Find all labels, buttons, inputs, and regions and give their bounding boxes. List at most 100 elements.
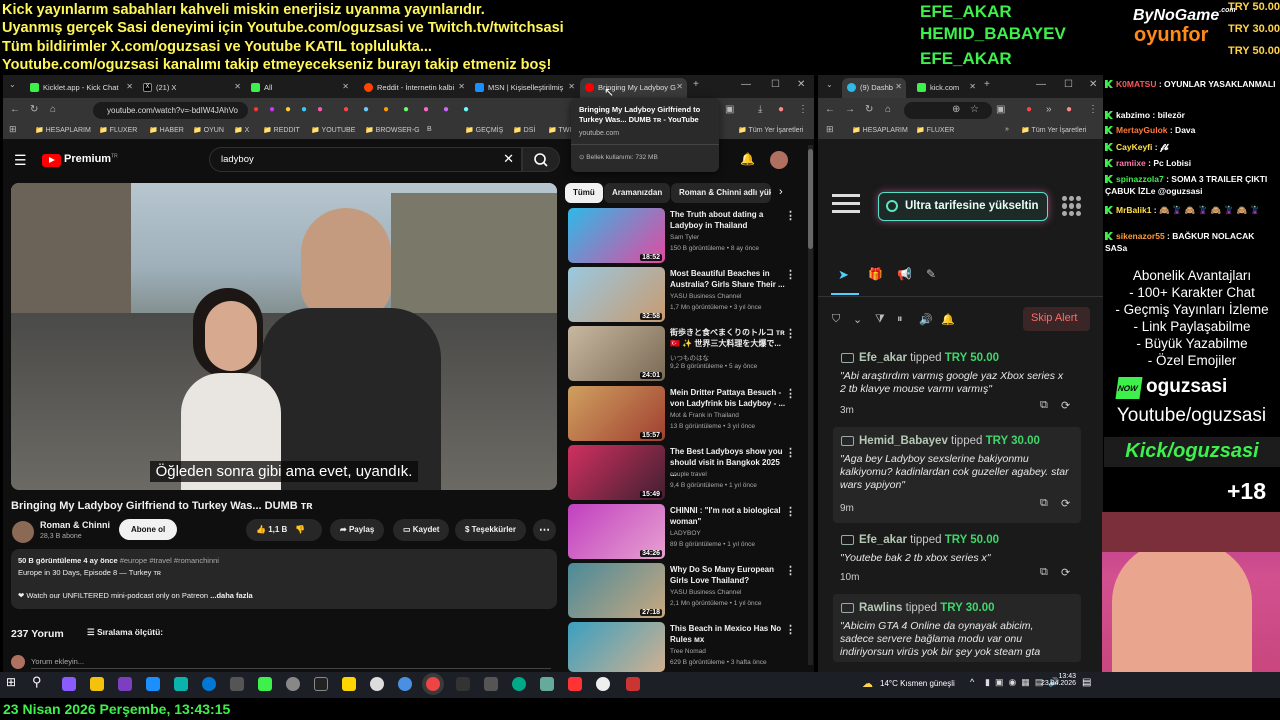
bookmark-reddit[interactable]: 📁 REDDIT	[263, 126, 300, 134]
alert-card-4[interactable]: Rawlins tipped TRY 30.00 "Abicim GTA 4 O…	[833, 594, 1081, 662]
rec-title[interactable]: CHINNI : "I'm not a biological woman"	[670, 505, 788, 527]
new-tab-icon[interactable]: +	[984, 79, 990, 90]
chip-channel[interactable]: Roman & Chinni adlı yük	[671, 183, 771, 203]
home-icon[interactable]: ⌂	[885, 104, 891, 115]
chips-next-icon[interactable]: ›	[779, 186, 783, 198]
ext-icon-8[interactable]: ●	[383, 104, 389, 115]
ext-icon-3[interactable]: ●	[285, 104, 291, 115]
app-icon-4[interactable]	[314, 677, 328, 691]
apps-grid-icon[interactable]: ⊞	[9, 124, 17, 135]
app-icon-3[interactable]	[286, 677, 300, 691]
bookmark-browser[interactable]: 📁 BROWSER-G	[365, 126, 420, 134]
bookmark-youtube[interactable]: 📁 YOUTUBE	[311, 126, 355, 134]
close-icon[interactable]: ✕	[969, 82, 976, 91]
back-icon[interactable]: ←	[10, 104, 20, 115]
chat-user[interactable]: spinazzola7	[1116, 174, 1164, 184]
tab-x[interactable]: X (21) X ✕	[138, 78, 245, 98]
save-button[interactable]: ▭ Kaydet	[393, 519, 450, 541]
vivaldi-icon[interactable]	[568, 677, 582, 691]
tab-search-icon[interactable]: ⌄	[826, 80, 833, 89]
like-button[interactable]: 👍 1,1 B 👎	[246, 519, 322, 541]
chat-user[interactable]: MertayGulok	[1116, 125, 1168, 135]
rec-title[interactable]: 街歩きと食べまくりのトルコ ᴛʀ 🇹🇷 ✨ 世界三大料理を大爆で...	[670, 327, 788, 349]
rec-item-5[interactable]: 15:49 The Best Ladyboys show you should …	[568, 445, 798, 503]
rec-channel[interactable]: LADYBOY	[670, 530, 701, 537]
copy-icon[interactable]: ⧉	[1040, 399, 1048, 412]
bookmark-chevron[interactable]: »	[1005, 126, 1009, 133]
more-options-icon[interactable]: ⋮	[785, 209, 796, 222]
rec-thumbnail[interactable]: 18:52	[568, 208, 665, 263]
send-icon[interactable]: ➤	[838, 267, 849, 283]
taskbar-clock[interactable]: 13:43 23.04.2026	[1040, 673, 1076, 687]
youtube-logo-icon[interactable]	[42, 154, 61, 167]
ext-icon-4[interactable]: ●	[301, 104, 307, 115]
menu-icon[interactable]: ⋮	[1088, 104, 1098, 115]
bookmark-haber[interactable]: 📁 HABER	[149, 126, 184, 134]
close-icon[interactable]: ✕	[458, 82, 465, 91]
more-options-icon[interactable]: ⋮	[785, 623, 796, 636]
rec-channel[interactable]: Mot & Frank in Thailand	[670, 412, 739, 419]
pause-icon[interactable]: ⏸	[897, 313, 903, 326]
chat-user[interactable]: CayKeyfi	[1116, 142, 1152, 152]
menu-icon[interactable]: ⋮	[798, 104, 808, 115]
filter-icon[interactable]: ⧩	[875, 313, 885, 326]
bookmark-fluxer[interactable]: 📁 FLUXER	[99, 126, 137, 134]
close-icon[interactable]: ✕	[342, 82, 349, 91]
chevron-icon[interactable]: »	[1046, 104, 1052, 115]
apps-grid-icon[interactable]: ⊞	[826, 124, 834, 135]
rec-thumbnail[interactable]: 27:18	[568, 563, 665, 618]
tab-youtube-active[interactable]: Bringing My Ladyboy G ✕	[580, 78, 687, 98]
add-comment-input[interactable]: Yorum ekleyin...	[31, 657, 551, 669]
reload-icon[interactable]: ↻	[865, 104, 873, 115]
rec-channel[interactable]: Sam Tyler	[670, 234, 699, 241]
video-player[interactable]: Öğleden sonra gibi ama evet, uyandık.	[11, 183, 557, 490]
sort-button[interactable]: ☰ Sıralama ölçütü:	[87, 627, 163, 638]
reload-icon[interactable]: ↻	[30, 104, 38, 115]
megaphone-icon[interactable]: 📢	[897, 267, 912, 281]
extensions-icon[interactable]: ▣	[725, 104, 734, 115]
scrollbar[interactable]	[808, 145, 813, 665]
share-button[interactable]: ➦ Paylaş	[330, 519, 385, 541]
bookmark-twi[interactable]: 📁 TWI	[548, 126, 571, 134]
more-actions-icon[interactable]: ⋯	[533, 519, 556, 541]
profile-icon[interactable]: ●	[1066, 104, 1072, 115]
more-options-icon[interactable]: ⋮	[785, 268, 796, 281]
thanks-button[interactable]: $ Teşekkürler	[455, 519, 526, 541]
app-icon-10[interactable]	[540, 677, 554, 691]
close-icon[interactable]: ✕	[568, 82, 575, 91]
app-icon-9[interactable]	[512, 677, 526, 691]
chat-user[interactable]: sikenazor55	[1116, 231, 1165, 241]
rec-title[interactable]: Mein Dritter Pattaya Besuch - von Ladyfr…	[670, 387, 788, 409]
subscribe-button[interactable]: Abone ol	[119, 519, 178, 540]
rec-item-1[interactable]: 18:52 The Truth about dating a Ladyboy i…	[568, 208, 798, 266]
ext-icon-11[interactable]: ●	[443, 104, 449, 115]
ext-icon[interactable]: ●	[1026, 104, 1032, 115]
rec-channel[interactable]: YASU Business Channel	[670, 293, 741, 300]
new-tab-icon[interactable]: +	[693, 79, 699, 90]
avatar[interactable]	[770, 151, 788, 169]
bookmark-dsi[interactable]: 📁 DSİ	[513, 126, 535, 134]
chat-user[interactable]: kabzimo	[1116, 110, 1150, 120]
app-icon-7[interactable]	[456, 677, 470, 691]
replay-icon[interactable]: ⟳	[1061, 399, 1070, 412]
weather-icon[interactable]: ☁	[862, 677, 873, 690]
ext-icon-12[interactable]: ●	[463, 104, 469, 115]
all-bookmarks[interactable]: 📁 Tüm Yer İşaretleri	[1021, 126, 1086, 134]
profile-icon[interactable]: ●	[778, 104, 784, 115]
bookmark-fluxer[interactable]: 📁 FLUXER	[916, 126, 954, 134]
tab-kick[interactable]: kick.com ✕	[912, 78, 980, 98]
channel-avatar[interactable]	[12, 521, 34, 543]
chip-all[interactable]: Tümü	[565, 183, 603, 203]
maximize-icon[interactable]: ☐	[771, 79, 780, 90]
rec-thumbnail[interactable]: 24:01	[568, 326, 665, 381]
rec-channel[interactable]: Tree Nomad	[670, 648, 706, 655]
rec-channel[interactable]: YASU Business Channel	[670, 589, 741, 596]
bookmark-x[interactable]: 📁 X	[234, 126, 249, 134]
forward-icon[interactable]: →	[845, 104, 855, 115]
rec-channel[interactable]: couple travel	[670, 471, 707, 478]
shield-icon[interactable]: ⛉	[832, 313, 840, 326]
ext-icon-6[interactable]: ●	[343, 104, 349, 115]
bell-icon[interactable]: 🔔	[941, 313, 955, 326]
rec-thumbnail[interactable]	[568, 622, 665, 672]
rec-thumbnail[interactable]: 15:49	[568, 445, 665, 500]
